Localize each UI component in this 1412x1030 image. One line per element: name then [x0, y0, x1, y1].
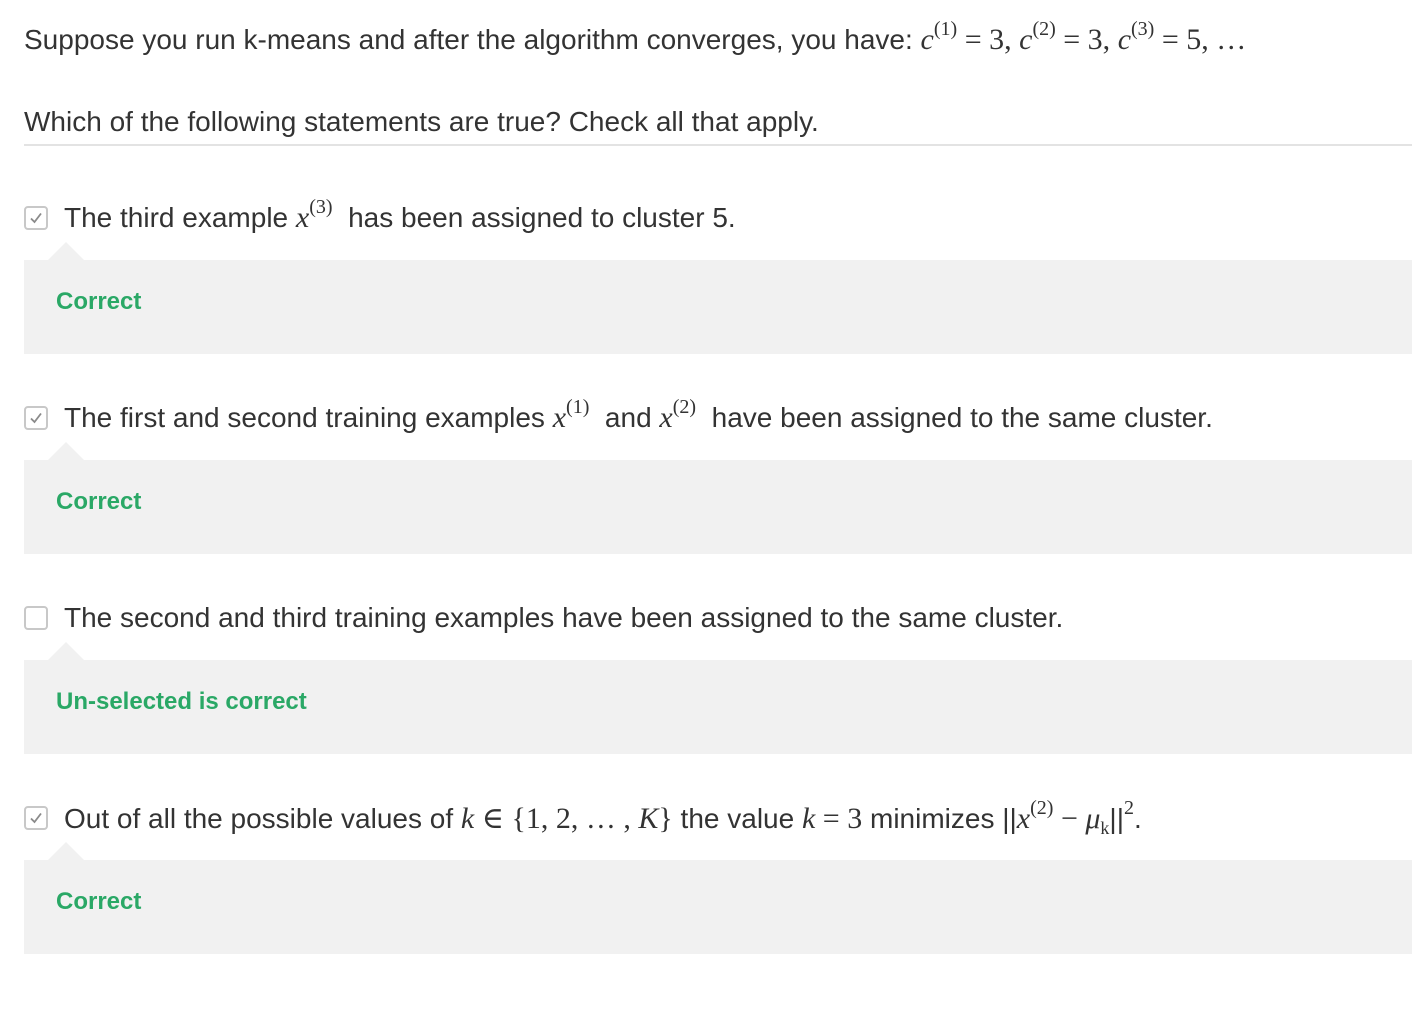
feedback-label-1: Correct — [56, 288, 142, 315]
option-label-2: The first and second training examples x… — [64, 396, 1213, 434]
question-prompt: Suppose you run k-means and after the al… — [24, 14, 1404, 66]
checkmark-icon — [30, 812, 42, 824]
option-row-4[interactable]: Out of all the possible values of k ∈ {1… — [24, 793, 1412, 843]
option-label-3: The second and third training examples h… — [64, 602, 1064, 633]
feedback-label-2: Correct — [56, 488, 142, 515]
checkmark-icon — [30, 412, 42, 424]
feedback-box-1: Correct — [24, 242, 1412, 354]
checkbox-2[interactable] — [24, 406, 48, 430]
feedback-box-4: Correct — [24, 842, 1412, 954]
prompt-text: Suppose you run k-means and after the al… — [24, 24, 921, 55]
option-row-1[interactable]: The third example x(3) has been assigned… — [24, 193, 1412, 243]
feedback-box-2: Correct — [24, 442, 1412, 554]
checkmark-icon — [30, 212, 42, 224]
option-row-2[interactable]: The first and second training examples x… — [24, 393, 1412, 443]
checkbox-1[interactable] — [24, 206, 48, 230]
feedback-label-3: Un-selected is correct — [56, 688, 307, 715]
option-label-4: Out of all the possible values of k ∈ {1… — [64, 796, 1142, 838]
option-label-1: The third example x(3) has been assigned… — [64, 196, 736, 234]
checkbox-4[interactable] — [24, 806, 48, 830]
prompt-math: c(1) = 3, c(2) = 3, c(3) = 5, … — [920, 18, 1247, 56]
feedback-label-4: Correct — [56, 888, 142, 915]
option-row-3[interactable]: The second and third training examples h… — [24, 593, 1412, 643]
checkbox-3[interactable] — [24, 606, 48, 630]
feedback-box-3: Un-selected is correct — [24, 642, 1412, 754]
instruction-text: Which of the following statements are tr… — [24, 100, 1412, 146]
